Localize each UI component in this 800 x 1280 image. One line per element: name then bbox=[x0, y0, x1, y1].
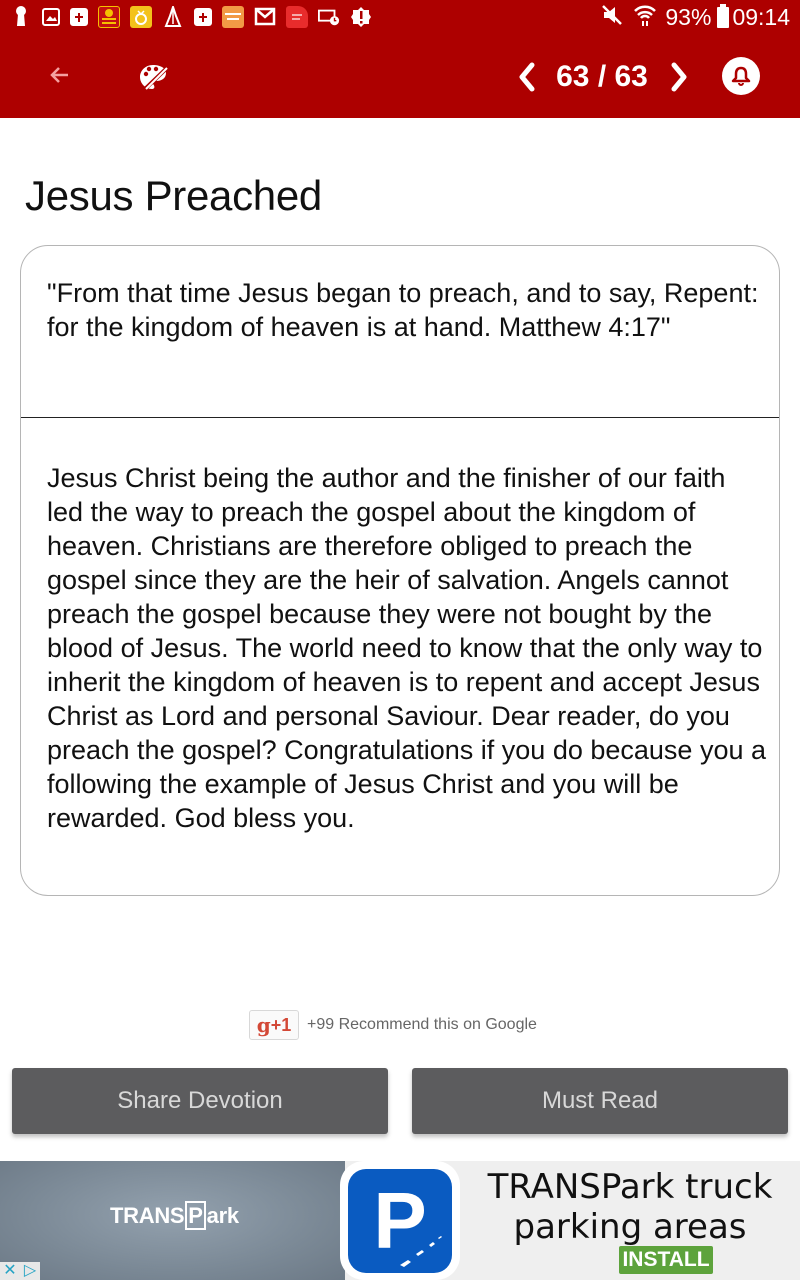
ad-controls: ✕ ▷ bbox=[0, 1262, 40, 1280]
arrow-left-icon bbox=[50, 67, 68, 83]
share-devotion-button[interactable]: Share Devotion bbox=[12, 1068, 388, 1134]
bible-verse: "From that time Jesus began to preach, a… bbox=[47, 278, 759, 342]
wifi-icon bbox=[633, 3, 657, 33]
next-devotion-button[interactable] bbox=[664, 55, 694, 99]
ad-brand-suffix: ark bbox=[206, 1203, 239, 1228]
close-ad-icon[interactable]: ✕ bbox=[0, 1262, 20, 1280]
devotion-body: Jesus Christ being the author and the fi… bbox=[47, 463, 766, 833]
parking-icon: P bbox=[348, 1168, 452, 1273]
status-bar: 93% 09:14 bbox=[0, 0, 800, 35]
back-button[interactable] bbox=[40, 55, 80, 95]
app-icon bbox=[286, 6, 308, 28]
jesus-quotes-app-icon bbox=[98, 6, 120, 28]
ad-install-button[interactable]: INSTALL bbox=[619, 1246, 713, 1274]
devotion-card: "From that time Jesus began to preach, a… bbox=[20, 245, 780, 896]
ad-banner[interactable]: TRANS Park ✕ ▷ P TRANSPark truck parking … bbox=[0, 1161, 800, 1280]
keyhole-icon bbox=[10, 6, 32, 28]
google-plus-one-button[interactable]: g +1 bbox=[249, 1010, 299, 1040]
praying-hands-icon bbox=[162, 6, 184, 28]
app-bar: 63 / 63 bbox=[0, 35, 800, 118]
battery-percent: 93% bbox=[665, 4, 712, 30]
road-dashes-icon bbox=[400, 1235, 442, 1267]
divider bbox=[21, 417, 779, 418]
plus-one-label: +1 bbox=[270, 1014, 292, 1035]
mute-icon bbox=[601, 4, 625, 32]
status-indicators: 93% 09:14 bbox=[593, 0, 790, 35]
google-plus-row: g +1 +99 Recommend this on Google bbox=[249, 1010, 537, 1040]
ring-app-icon bbox=[130, 6, 152, 28]
must-read-button[interactable]: Must Read bbox=[412, 1068, 788, 1134]
ad-image[interactable]: TRANS Park ✕ ▷ bbox=[0, 1161, 345, 1280]
ad-brand-p: P bbox=[185, 1201, 206, 1230]
bible-icon bbox=[70, 8, 88, 26]
chevron-left-icon bbox=[519, 62, 535, 92]
ad-brand-prefix: TRANS bbox=[110, 1203, 185, 1228]
image-icon bbox=[42, 8, 60, 26]
ad-brand-logo: TRANS Park bbox=[110, 1201, 239, 1230]
gmail-icon bbox=[254, 6, 276, 28]
devotion-title: Jesus Preached bbox=[25, 172, 322, 219]
reminder-button[interactable] bbox=[722, 57, 760, 95]
page-counter: 63 / 63 bbox=[556, 60, 648, 93]
ad-app-icon[interactable]: P bbox=[340, 1161, 460, 1280]
google-plus-g-icon: g bbox=[256, 1013, 271, 1037]
previous-devotion-button[interactable] bbox=[512, 55, 542, 99]
bell-icon bbox=[731, 66, 751, 86]
alert-icon bbox=[350, 6, 372, 28]
palette-icon bbox=[140, 65, 169, 91]
screen-timer-icon bbox=[318, 6, 340, 28]
battery-icon bbox=[717, 4, 730, 28]
bible-icon bbox=[194, 8, 212, 26]
clock: 09:14 bbox=[732, 4, 790, 30]
adchoices-icon[interactable]: ▷ bbox=[20, 1262, 40, 1280]
healing-scriptures-app-icon bbox=[222, 6, 244, 28]
theme-palette-button[interactable] bbox=[132, 55, 176, 99]
google-recommend-text: +99 Recommend this on Google bbox=[307, 1016, 537, 1033]
chevron-right-icon bbox=[671, 62, 687, 92]
notification-icons bbox=[10, 5, 382, 29]
ad-headline[interactable]: TRANSPark truck parking areas bbox=[470, 1167, 790, 1247]
